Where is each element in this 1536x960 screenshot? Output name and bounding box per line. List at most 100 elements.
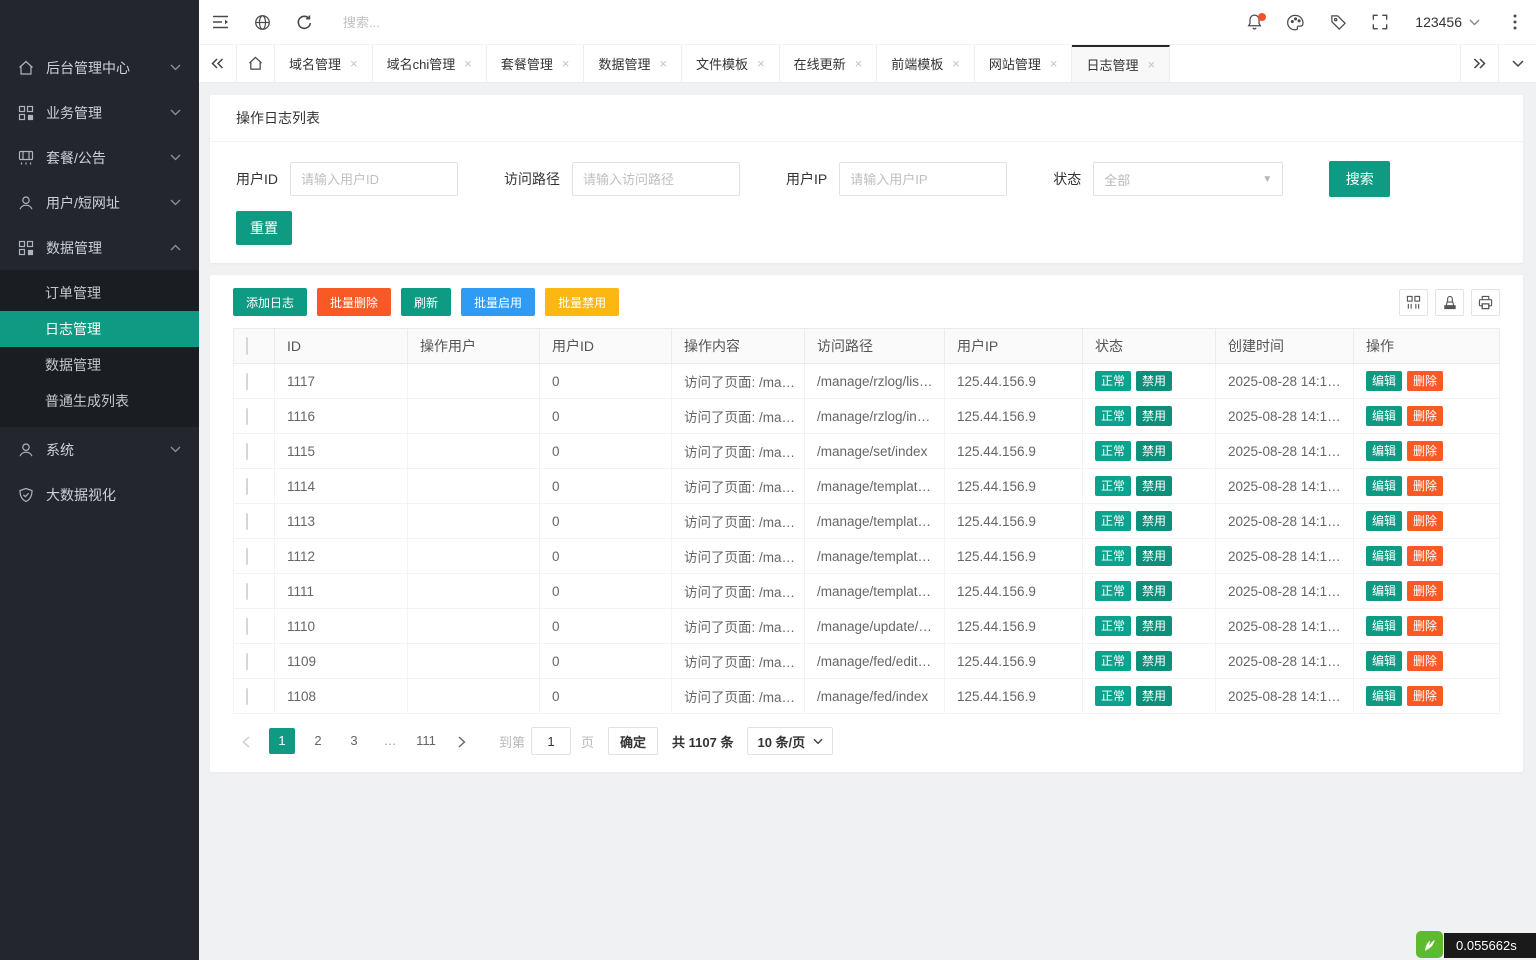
edit-button[interactable]: 编辑	[1366, 406, 1402, 426]
status-disabled-badge[interactable]: 禁用	[1136, 406, 1172, 426]
close-icon[interactable]: ×	[464, 56, 472, 71]
fullscreen-icon[interactable]	[1359, 0, 1401, 45]
row-checkbox[interactable]	[246, 408, 248, 425]
export-icon[interactable]	[1435, 289, 1464, 316]
edit-button[interactable]: 编辑	[1366, 441, 1402, 461]
row-checkbox[interactable]	[246, 443, 248, 460]
status-normal-badge[interactable]: 正常	[1095, 546, 1131, 566]
tab-site-mgmt[interactable]: 网站管理×	[975, 45, 1073, 82]
status-normal-badge[interactable]: 正常	[1095, 371, 1131, 391]
close-icon[interactable]: ×	[1148, 57, 1156, 72]
status-disabled-badge[interactable]: 禁用	[1136, 581, 1172, 601]
delete-button[interactable]: 删除	[1407, 476, 1443, 496]
status-disabled-badge[interactable]: 禁用	[1136, 441, 1172, 461]
delete-button[interactable]: 删除	[1407, 546, 1443, 566]
row-checkbox[interactable]	[246, 583, 248, 600]
page-button-2[interactable]: 2	[305, 728, 331, 754]
close-icon[interactable]: ×	[952, 56, 960, 71]
prev-page-icon[interactable]	[233, 728, 259, 754]
tag-icon[interactable]	[1317, 0, 1359, 45]
refresh-icon[interactable]	[283, 0, 325, 45]
search-button[interactable]: 搜索	[1329, 161, 1390, 197]
status-select[interactable]: 全部▼	[1093, 162, 1283, 196]
status-normal-badge[interactable]: 正常	[1095, 686, 1131, 706]
batch-enable-button[interactable]: 批量启用	[461, 288, 535, 316]
edit-button[interactable]: 编辑	[1366, 511, 1402, 531]
tab-online-update[interactable]: 在线更新×	[780, 45, 878, 82]
batch-delete-button[interactable]: 批量删除	[317, 288, 391, 316]
sidebar-item-data-mgmt[interactable]: 数据管理	[0, 225, 199, 270]
edit-button[interactable]: 编辑	[1366, 616, 1402, 636]
delete-button[interactable]: 删除	[1407, 616, 1443, 636]
status-normal-badge[interactable]: 正常	[1095, 511, 1131, 531]
status-disabled-badge[interactable]: 禁用	[1136, 651, 1172, 671]
status-disabled-badge[interactable]: 禁用	[1136, 686, 1172, 706]
refresh-button[interactable]: 刷新	[401, 288, 451, 316]
status-normal-badge[interactable]: 正常	[1095, 581, 1131, 601]
row-checkbox[interactable]	[246, 548, 248, 565]
sidebar-subitem-log-mgmt[interactable]: 日志管理	[0, 311, 199, 347]
edit-button[interactable]: 编辑	[1366, 581, 1402, 601]
next-page-icon[interactable]	[449, 728, 475, 754]
collapse-menu-icon[interactable]	[199, 0, 241, 45]
row-checkbox[interactable]	[246, 653, 248, 670]
sidebar-item-admin-center[interactable]: 后台管理中心	[0, 45, 199, 90]
tab-front-template[interactable]: 前端模板×	[877, 45, 975, 82]
goto-page-input[interactable]	[531, 727, 571, 755]
edit-button[interactable]: 编辑	[1366, 546, 1402, 566]
tab-file-template[interactable]: 文件模板×	[682, 45, 780, 82]
status-disabled-badge[interactable]: 禁用	[1136, 371, 1172, 391]
edit-button[interactable]: 编辑	[1366, 686, 1402, 706]
page-button-111[interactable]: 111	[413, 728, 439, 754]
columns-icon[interactable]	[1399, 289, 1428, 316]
user-id-input[interactable]	[290, 162, 458, 196]
tab-data-mgmt[interactable]: 数据管理×	[584, 45, 682, 82]
status-normal-badge[interactable]: 正常	[1095, 476, 1131, 496]
delete-button[interactable]: 删除	[1407, 511, 1443, 531]
status-normal-badge[interactable]: 正常	[1095, 406, 1131, 426]
sidebar-subitem-data-mgmt-sub[interactable]: 数据管理	[0, 347, 199, 383]
page-size-select[interactable]: 10 条/页	[747, 727, 833, 755]
bell-icon[interactable]	[1233, 0, 1275, 45]
sidebar-item-system[interactable]: 系统	[0, 427, 199, 472]
delete-button[interactable]: 删除	[1407, 406, 1443, 426]
status-disabled-badge[interactable]: 禁用	[1136, 511, 1172, 531]
status-disabled-badge[interactable]: 禁用	[1136, 476, 1172, 496]
status-disabled-badge[interactable]: 禁用	[1136, 546, 1172, 566]
status-normal-badge[interactable]: 正常	[1095, 651, 1131, 671]
select-all-checkbox[interactable]	[246, 337, 248, 355]
delete-button[interactable]: 删除	[1407, 441, 1443, 461]
reset-button[interactable]: 重置	[236, 211, 292, 245]
confirm-page-button[interactable]: 确定	[608, 727, 658, 755]
user-menu[interactable]: 123456	[1401, 14, 1494, 30]
search-input[interactable]	[343, 15, 603, 30]
row-checkbox[interactable]	[246, 618, 248, 635]
row-checkbox[interactable]	[246, 478, 248, 495]
status-disabled-badge[interactable]: 禁用	[1136, 616, 1172, 636]
print-icon[interactable]	[1471, 289, 1500, 316]
tabs-menu-icon[interactable]	[1498, 45, 1536, 82]
visit-path-input[interactable]	[572, 162, 740, 196]
status-normal-badge[interactable]: 正常	[1095, 616, 1131, 636]
add-log-button[interactable]: 添加日志	[233, 288, 307, 316]
close-icon[interactable]: ×	[757, 56, 765, 71]
edit-button[interactable]: 编辑	[1366, 476, 1402, 496]
sidebar-item-business-mgmt[interactable]: 业务管理	[0, 90, 199, 135]
tab-domain-chi-mgmt[interactable]: 域名chi管理×	[373, 45, 487, 82]
home-tab-icon[interactable]	[237, 45, 275, 82]
globe-icon[interactable]	[241, 0, 283, 45]
tab-domain-mgmt[interactable]: 域名管理×	[275, 45, 373, 82]
page-button-1[interactable]: 1	[269, 728, 295, 754]
delete-button[interactable]: 删除	[1407, 651, 1443, 671]
sidebar-item-user-shorturl[interactable]: 用户/短网址	[0, 180, 199, 225]
row-checkbox[interactable]	[246, 688, 248, 705]
tab-log-mgmt[interactable]: 日志管理×	[1072, 45, 1170, 82]
sidebar-item-big-data-visual[interactable]: 大数据视化	[0, 472, 199, 517]
close-icon[interactable]: ×	[562, 56, 570, 71]
more-vertical-icon[interactable]	[1494, 0, 1536, 45]
close-icon[interactable]: ×	[855, 56, 863, 71]
close-icon[interactable]: ×	[659, 56, 667, 71]
delete-button[interactable]: 删除	[1407, 686, 1443, 706]
close-icon[interactable]: ×	[350, 56, 358, 71]
row-checkbox[interactable]	[246, 373, 248, 390]
